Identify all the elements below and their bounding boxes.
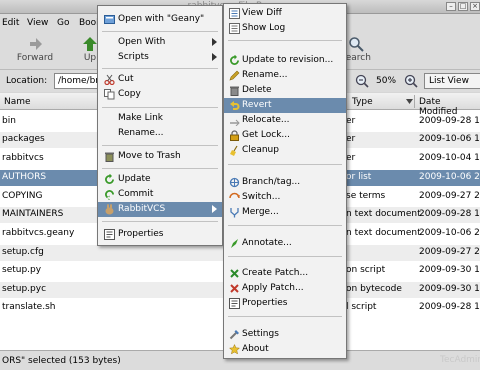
zoom-out-icon[interactable] — [355, 74, 369, 88]
zoom-in-icon[interactable] — [404, 74, 418, 88]
submenu-relocate[interactable]: Relocate... — [224, 113, 346, 128]
submenu-about[interactable]: About — [224, 342, 346, 357]
menu-scripts[interactable]: Scripts — [98, 50, 222, 65]
annotate-icon — [231, 239, 238, 248]
cleanup-broom-icon — [230, 145, 238, 156]
apply-patch-icon — [230, 284, 239, 293]
status-text: ORS" selected (153 bytes) — [2, 356, 121, 366]
submenu-branch-tag[interactable]: Branch/tag... — [224, 175, 346, 190]
rename-pencil-icon — [229, 70, 240, 81]
menu-view[interactable]: View — [27, 18, 48, 28]
context-menu: Open with "Geany" Open With Scripts Cut … — [97, 5, 223, 246]
branch-icon — [229, 177, 240, 188]
update-icon — [105, 174, 114, 184]
submenu-view-diff[interactable]: View Diff — [224, 6, 346, 21]
location-label: Location: — [6, 76, 48, 86]
search-button[interactable]: Search — [346, 36, 376, 63]
rabbitvcs-icon — [105, 204, 114, 215]
commit-icon — [105, 190, 114, 200]
trash-icon — [105, 152, 114, 162]
create-patch-icon — [230, 269, 239, 278]
column-type-header[interactable]: Type — [352, 97, 373, 107]
menu-edit[interactable]: Edit — [2, 18, 19, 28]
location-input[interactable]: /home/bru — [54, 73, 102, 89]
submenu-settings[interactable]: Settings — [224, 327, 346, 342]
forward-button[interactable]: Forward — [10, 36, 60, 63]
settings-tools-icon — [229, 330, 239, 340]
view-mode-select[interactable]: List View — [424, 73, 480, 89]
maximize-button[interactable]: □ — [458, 2, 468, 11]
submenu-create-patch[interactable]: Create Patch... — [224, 266, 346, 281]
submenu-rename[interactable]: Rename... — [224, 68, 346, 83]
search-icon — [349, 37, 364, 52]
rabbitvcs-submenu: View Diff Show Log Update to revision...… — [223, 3, 347, 359]
scissors-icon — [104, 74, 115, 85]
menu-cut[interactable]: Cut — [98, 72, 222, 87]
properties-icon — [104, 229, 115, 240]
delete-icon — [230, 86, 239, 96]
forward-arrow-icon — [30, 38, 42, 50]
menu-open-with-geany[interactable]: Open with "Geany" — [98, 12, 222, 27]
submenu-get-lock[interactable]: Get Lock... — [224, 128, 346, 143]
menu-copy[interactable]: Copy — [98, 87, 222, 102]
geany-app-icon — [104, 15, 115, 24]
submenu-switch[interactable]: Switch... — [224, 190, 346, 205]
column-name-header[interactable]: Name — [4, 97, 31, 107]
submenu-properties[interactable]: Properties — [224, 296, 346, 311]
submenu-delete[interactable]: Delete — [224, 83, 346, 98]
sort-arrow-icon — [406, 99, 413, 104]
lock-icon — [230, 130, 239, 141]
log-icon — [229, 23, 240, 34]
properties-icon — [229, 298, 240, 309]
menu-rename[interactable]: Rename... — [98, 126, 222, 141]
copy-icon — [104, 89, 115, 100]
submenu-revert[interactable]: Revert — [224, 98, 346, 113]
minimize-button[interactable]: – — [446, 2, 456, 11]
submenu-arrow-icon — [212, 205, 217, 213]
submenu-merge[interactable]: Merge... — [224, 205, 346, 220]
close-button[interactable]: × — [470, 2, 480, 11]
submenu-update-to-revision[interactable]: Update to revision... — [224, 53, 346, 68]
revert-icon — [230, 101, 240, 110]
submenu-arrow-icon — [212, 38, 217, 46]
switch-icon — [229, 192, 240, 199]
zoom-level: 50% — [376, 76, 397, 86]
menu-rabbitvcs[interactable]: RabbitVCS — [98, 202, 222, 217]
submenu-cleanup[interactable]: Cleanup — [224, 143, 346, 158]
up-button[interactable]: Up — [82, 36, 98, 63]
menu-go[interactable]: Go — [57, 18, 69, 28]
update-icon — [230, 55, 239, 65]
up-arrow-icon — [83, 37, 97, 51]
menu-commit[interactable]: Commit — [98, 187, 222, 202]
menu-open-with[interactable]: Open With — [98, 35, 222, 50]
submenu-annotate[interactable]: Annotate... — [224, 236, 346, 251]
merge-icon — [230, 208, 239, 218]
watermark: TecAdmin — [440, 355, 480, 365]
menu-update[interactable]: Update — [98, 172, 222, 187]
submenu-arrow-icon — [212, 53, 217, 61]
about-star-icon — [229, 344, 240, 355]
menu-move-to-trash[interactable]: Move to Trash — [98, 149, 222, 164]
relocate-icon — [230, 119, 240, 126]
menu-make-link[interactable]: Make Link — [98, 111, 222, 126]
submenu-show-log[interactable]: Show Log — [224, 21, 346, 36]
menu-properties[interactable]: Properties — [98, 227, 222, 242]
submenu-apply-patch[interactable]: Apply Patch... — [224, 281, 346, 296]
diff-icon — [229, 8, 240, 19]
